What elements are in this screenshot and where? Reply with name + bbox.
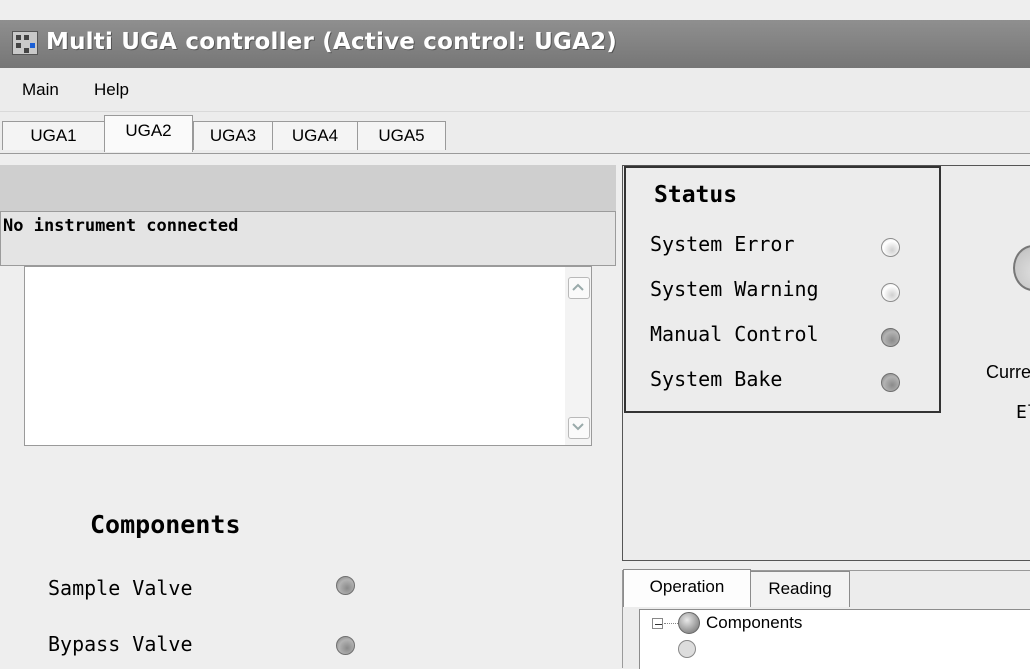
app-window-icon[interactable] xyxy=(12,31,38,55)
tab-uga2[interactable]: UGA2 xyxy=(104,115,193,152)
manual-control-label: Manual Control xyxy=(650,322,819,346)
log-textbox[interactable] xyxy=(24,266,592,446)
connection-message: No instrument connected xyxy=(3,216,239,236)
system-bake-indicator xyxy=(881,373,900,392)
tab-operation[interactable]: Operation xyxy=(623,569,751,607)
left-header-bar xyxy=(0,165,616,211)
bypass-valve-label: Bypass Valve xyxy=(48,632,193,656)
uga-tab-strip: UGA1 UGA2 UGA3 UGA4 UGA5 xyxy=(0,112,1030,154)
chevron-down-icon xyxy=(572,423,584,431)
components-heading: Components xyxy=(90,510,241,539)
bypass-valve-indicator xyxy=(336,636,355,655)
menu-help[interactable]: Help xyxy=(94,80,129,100)
scroll-down-button[interactable] xyxy=(568,417,590,439)
system-warning-indicator xyxy=(881,283,900,302)
tab-divider xyxy=(0,153,1030,154)
window-title: Multi UGA controller (Active control: UG… xyxy=(46,29,617,55)
globe-icon xyxy=(678,640,696,658)
menu-bar: Main Help xyxy=(0,68,1030,112)
system-error-indicator xyxy=(881,238,900,257)
menu-main[interactable]: Main xyxy=(22,80,59,100)
system-error-label: System Error xyxy=(650,232,795,256)
status-heading: Status xyxy=(654,182,738,208)
tab-uga1[interactable]: UGA1 xyxy=(2,121,105,150)
scroll-up-button[interactable] xyxy=(568,277,590,299)
components-tree[interactable]: Components xyxy=(639,609,1030,669)
system-bake-label: System Bake xyxy=(650,367,783,391)
tab-uga5[interactable]: UGA5 xyxy=(357,121,446,150)
log-scrollbar[interactable] xyxy=(565,267,591,445)
sample-valve-indicator xyxy=(336,576,355,595)
collapse-icon[interactable] xyxy=(652,618,663,629)
tab-reading[interactable]: Reading xyxy=(750,571,850,607)
status-box: Status System Error System Warning Manua… xyxy=(624,166,941,413)
manual-control-indicator xyxy=(881,328,900,347)
operation-tab-control: Operation Reading Components xyxy=(622,569,1030,669)
sample-valve-label: Sample Valve xyxy=(48,576,193,600)
system-warning-label: System Warning xyxy=(650,277,819,301)
tab-uga4[interactable]: UGA4 xyxy=(272,121,358,150)
globe-icon xyxy=(678,612,700,634)
tree-node-components[interactable]: Components xyxy=(706,613,802,633)
chevron-up-icon xyxy=(572,283,584,291)
tab-uga3[interactable]: UGA3 xyxy=(193,121,273,150)
el-label: El xyxy=(1016,402,1030,423)
current-label: Curre xyxy=(986,362,1030,382)
tree-connector xyxy=(664,623,678,624)
connection-message-box: No instrument connected xyxy=(0,211,616,266)
title-bar: Multi UGA controller (Active control: UG… xyxy=(0,20,1030,68)
